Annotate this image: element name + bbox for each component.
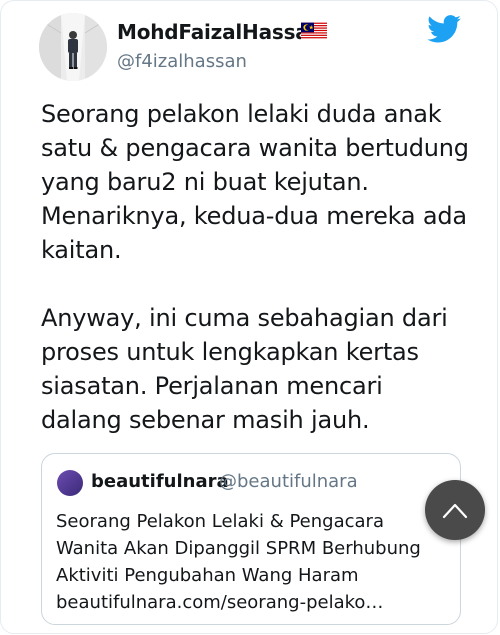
- quoted-author-name[interactable]: beautifulnara: [91, 471, 229, 492]
- tweet-line: proses untuk lengkapkan kertas: [41, 338, 419, 366]
- tweet-line: Menariknya, kedua-dua mereka ada: [41, 202, 467, 230]
- quoted-tweet-body: Seorang Pelakon Lelaki & Pengacara Wanit…: [56, 508, 456, 616]
- tweet-body: Seorang pelakon lelaki duda anak satu & …: [41, 97, 491, 437]
- twitter-bird-icon[interactable]: [427, 15, 461, 43]
- tweet-line: kaitan.: [41, 236, 122, 264]
- tweet-line: siasatan. Perjalanan mencari: [41, 372, 383, 400]
- scroll-to-top-button[interactable]: [425, 480, 485, 540]
- quoted-tweet-card[interactable]: beautifulnara @beautifulnara Seorang Pel…: [41, 453, 461, 625]
- author-display-name[interactable]: MohdFaizalHassan: [117, 20, 323, 44]
- author-avatar[interactable]: [39, 13, 107, 81]
- quoted-author-avatar[interactable]: [57, 470, 83, 496]
- quoted-tweet-line: Seorang Pelakon Lelaki & Pengacara: [56, 511, 384, 532]
- author-handle[interactable]: @f4izalhassan: [117, 51, 247, 72]
- quoted-author-handle[interactable]: @beautifulnara: [219, 471, 358, 492]
- tweet-line: yang baru2 ni buat kejutan.: [41, 168, 369, 196]
- quoted-tweet-link[interactable]: beautifulnara.com/seorang-pelako…: [56, 589, 456, 616]
- quoted-tweet-line: Aktiviti Pengubahan Wang Haram: [56, 565, 359, 586]
- malaysia-flag-icon: [301, 22, 327, 40]
- tweet-line: Seorang pelakon lelaki duda anak: [41, 100, 442, 128]
- quoted-tweet-line: Wanita Akan Dipanggil SPRM Berhubung: [56, 538, 421, 559]
- chevron-up-icon: [442, 503, 468, 519]
- tweet-card[interactable]: MohdFaizalHassan @f4izalhassan Seorang p…: [0, 0, 498, 634]
- tweet-line: satu & pengacara wanita bertudung: [41, 134, 469, 162]
- tweet-line: dalang sebenar masih jauh.: [41, 406, 370, 434]
- tweet-line: Anyway, ini cuma sebahagian dari: [41, 304, 448, 332]
